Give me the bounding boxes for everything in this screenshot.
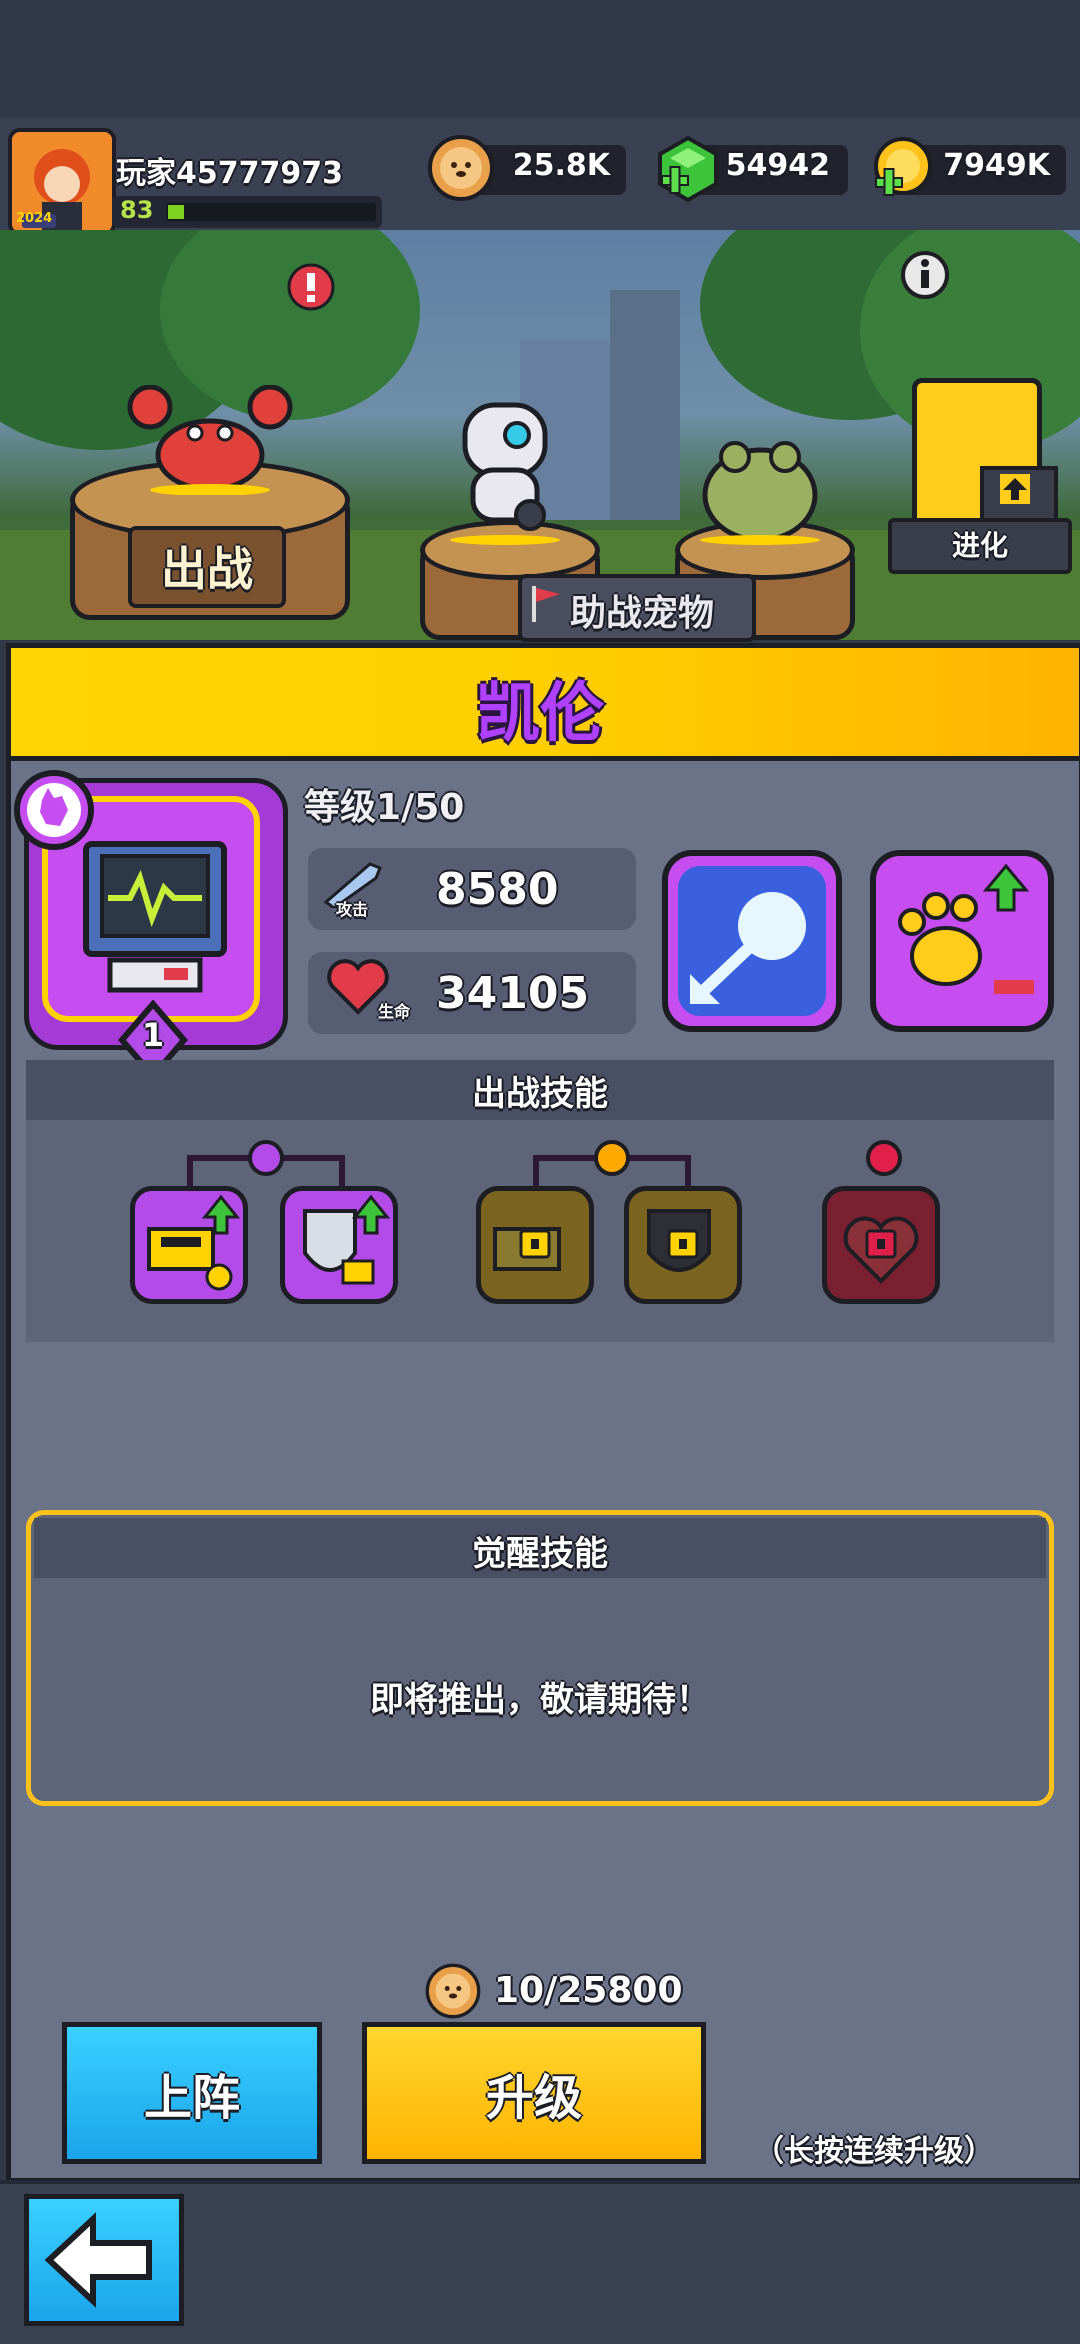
- gold-value: 7949K: [943, 148, 1050, 183]
- player-name: 玩家45777973: [116, 156, 343, 191]
- pet-type-dog-icon: [12, 768, 96, 856]
- attack-label: 攻击: [336, 900, 369, 919]
- alert-icon[interactable]: [286, 262, 336, 316]
- hp-value: 34105: [436, 968, 590, 1019]
- robot-pet-icon[interactable]: [445, 375, 565, 549]
- light-strike-icon: [678, 866, 826, 1016]
- upgrade-button[interactable]: 升级: [362, 2022, 706, 2164]
- long-press-hint: （长按连续升级）: [754, 2134, 994, 2169]
- locked-heart-icon: [843, 1216, 919, 1284]
- evolve-label: 进化: [951, 529, 1008, 562]
- armor-gear-upgrade-icon: [147, 1194, 241, 1291]
- skill-slot-5-locked[interactable]: [822, 1186, 940, 1304]
- skill-slot-4-locked[interactable]: [624, 1186, 742, 1304]
- deploy-button[interactable]: 上阵: [62, 2022, 322, 2164]
- exp-bar-fill: [168, 205, 184, 219]
- frog-pet-icon[interactable]: [690, 425, 830, 549]
- upgrade-cost: 10/25800: [494, 1970, 683, 2011]
- skill-slot-2[interactable]: [280, 1186, 398, 1304]
- awaken-skills-title: 觉醒技能: [472, 1534, 608, 1574]
- hp-label: 生命: [378, 1002, 411, 1021]
- crab-pet-icon[interactable]: [125, 384, 295, 499]
- battle-skills-title: 出战技能: [472, 1074, 608, 1114]
- gem-value: 54942: [725, 148, 830, 183]
- rank-number: 1: [141, 1016, 165, 1054]
- player-level: 83: [120, 196, 154, 224]
- info-icon[interactable]: [900, 250, 950, 304]
- pet-name: 凯伦: [476, 677, 604, 751]
- flag-icon: [528, 584, 564, 628]
- dog-coin-value: 25.8K: [512, 148, 610, 183]
- pet-level: 等级1/50: [304, 787, 465, 828]
- exp-bar: [166, 203, 376, 221]
- back-button[interactable]: [24, 2194, 184, 2326]
- paw-upgrade-icon: [898, 863, 1034, 994]
- skill-slot-1[interactable]: [130, 1186, 248, 1304]
- skill-strike-button[interactable]: [662, 850, 842, 1032]
- locked-shield-icon: [647, 1209, 711, 1272]
- skill-slot-3-locked[interactable]: [476, 1186, 594, 1304]
- awaken-coming-soon: 即将推出，敬请期待！: [370, 1680, 710, 1720]
- dog-coin-cost-icon: [424, 1962, 482, 2024]
- avatar-year-badge: 2024: [16, 211, 53, 226]
- evolve-arrow-icon: [1000, 474, 1030, 508]
- shield-upgrade-icon: [303, 1194, 391, 1285]
- battle-plate-label: 出战: [161, 542, 253, 596]
- monitor-pet-icon: [70, 836, 240, 1010]
- locked-gear-icon: [493, 1227, 561, 1271]
- assist-label: 助战宠物: [570, 593, 715, 634]
- attack-value: 8580: [436, 864, 559, 915]
- back-arrow-icon: [44, 2212, 152, 2308]
- pet-upgrade-paw-button[interactable]: [870, 850, 1054, 1032]
